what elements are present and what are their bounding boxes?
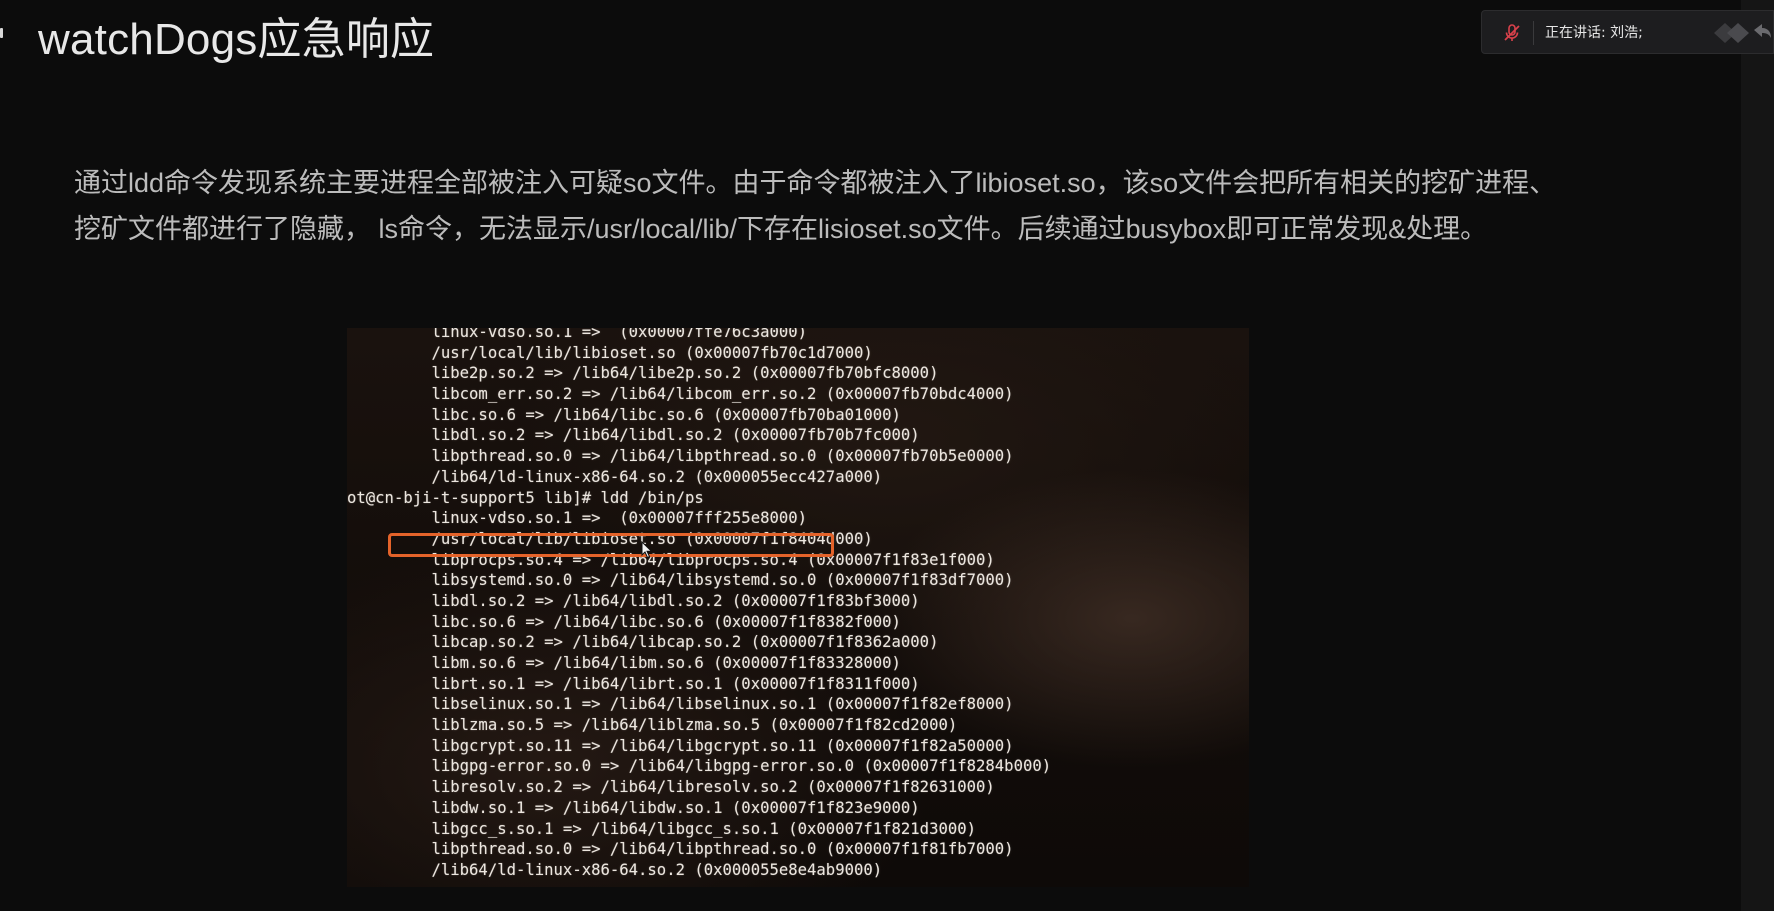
- terminal-line: libcom_err.so.2 => /lib64/libcom_err.so.…: [347, 385, 1014, 404]
- terminal-line: libdw.so.1 => /lib64/libdw.so.1 (0x00007…: [347, 798, 920, 817]
- terminal-line: libc.so.6 => /lib64/libc.so.6 (0x00007fb…: [347, 405, 901, 424]
- terminal-line: /lib64/ld-linux-x86-64.so.2 (0x000055e8e…: [347, 860, 883, 879]
- right-edge-panel: [1741, 0, 1774, 911]
- terminal-line: libgcrypt.so.11 => /lib64/libgcrypt.so.1…: [347, 736, 1014, 755]
- slide-edge-mark: [0, 28, 3, 38]
- description-line-2: 挖矿文件都进行了隐藏， ls命令，无法显示/usr/local/lib/下存在l…: [74, 214, 1488, 244]
- description-line-1: 通过ldd命令发现系统主要进程全部被注入可疑so文件。由于命令都被注入了libi…: [74, 168, 1557, 198]
- terminal-line: libm.so.6 => /lib64/libm.so.6 (0x00007f1…: [347, 654, 901, 672]
- terminal-line: librt.so.1 => /lib64/librt.so.1 (0x00007…: [347, 674, 920, 693]
- speaking-divider: [1533, 21, 1534, 45]
- terminal-screenshot: linux-vdso.so.1 => (0x00007ffe76c3a000) …: [347, 328, 1249, 887]
- libioset-highlight-box: [388, 533, 834, 557]
- terminal-output: linux-vdso.so.1 => (0x00007ffe76c3a000) …: [347, 328, 1051, 881]
- terminal-line: libresolv.so.2 => /lib64/libresolv.so.2 …: [347, 778, 995, 797]
- terminal-line: liblzma.so.5 => /lib64/liblzma.so.5 (0x0…: [347, 716, 958, 735]
- terminal-line: linux-vdso.so.1 => (0x00007ffe76c3a000): [347, 328, 808, 341]
- description-paragraph: 通过ldd命令发现系统主要进程全部被注入可疑so文件。由于命令都被注入了libi…: [74, 160, 1694, 252]
- terminal-line: libselinux.so.1 => /lib64/libselinux.so.…: [347, 695, 1014, 714]
- terminal-line: libgcc_s.so.1 => /lib64/libgcc_s.so.1 (0…: [347, 819, 977, 838]
- terminal-line: ot@cn-bji-t-support5 lib]# ldd /bin/ps: [347, 488, 704, 507]
- terminal-line: libe2p.so.2 => /lib64/libe2p.so.2 (0x000…: [347, 364, 939, 383]
- speaking-label: 正在讲话: 刘浩;: [1545, 25, 1643, 41]
- mouse-cursor-icon: [641, 541, 653, 559]
- terminal-line: /usr/local/lib/libioset.so (0x00007fb70c…: [347, 343, 873, 362]
- terminal-line: libdl.so.2 => /lib64/libdl.so.2 (0x00007…: [347, 591, 920, 610]
- mic-muted-icon[interactable]: [1502, 23, 1522, 43]
- terminal-line: libsystemd.so.0 => /lib64/libsystemd.so.…: [347, 571, 1014, 590]
- terminal-line: libpthread.so.0 => /lib64/libpthread.so.…: [347, 447, 1014, 466]
- speaking-indicator: 正在讲话: 刘浩;: [1481, 10, 1774, 54]
- terminal-line: libgpg-error.so.0 => /lib64/libgpg-error…: [347, 757, 1052, 776]
- terminal-line: /lib64/ld-linux-x86-64.so.2 (0x000055ecc…: [347, 467, 883, 486]
- presentation-slide: watchDogs应急响应 通过ldd命令发现系统主要进程全部被注入可疑so文件…: [0, 0, 1774, 911]
- meeting-controls-icon[interactable]: [1714, 20, 1772, 46]
- terminal-line: libdl.so.2 => /lib64/libdl.so.2 (0x00007…: [347, 426, 920, 445]
- terminal-line: libpthread.so.0 => /lib64/libpthread.so.…: [347, 840, 1014, 859]
- terminal-line: libc.so.6 => /lib64/libc.so.6 (0x00007f1…: [347, 612, 901, 631]
- terminal-line: linux-vdso.so.1 => (0x00007fff255e8000): [347, 509, 808, 528]
- terminal-line: libcap.so.2 => /lib64/libcap.so.2 (0x000…: [347, 633, 939, 652]
- page-title: watchDogs应急响应: [38, 15, 435, 64]
